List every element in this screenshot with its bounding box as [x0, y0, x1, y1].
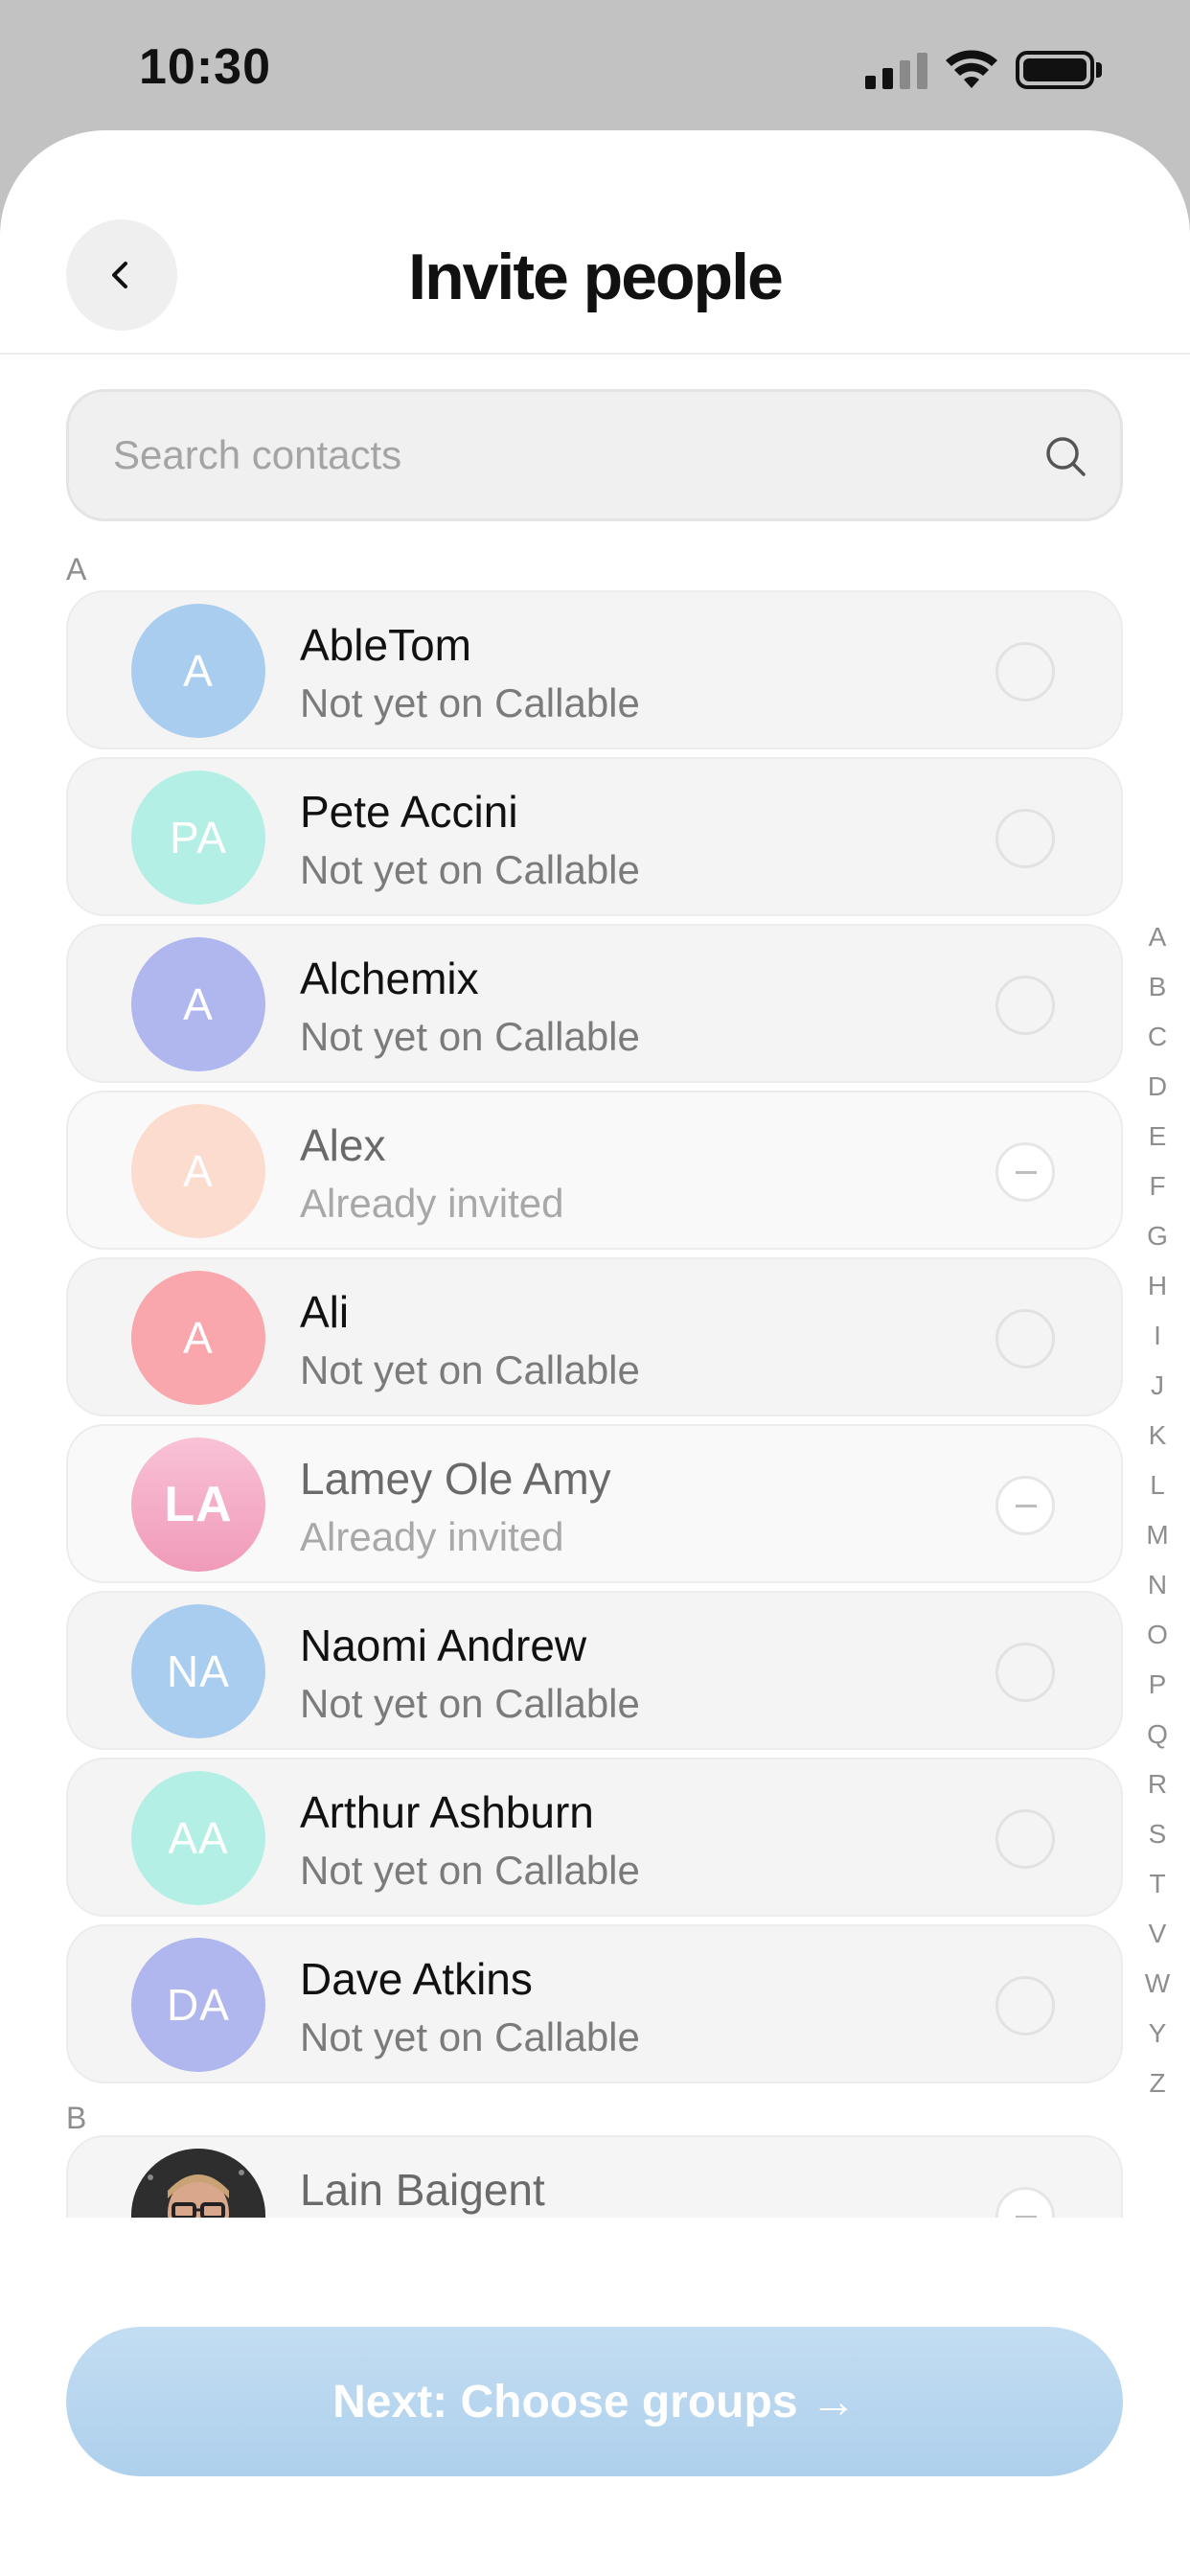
contact-name: Alchemix	[300, 954, 479, 1003]
contact-row[interactable]: AA Arthur Ashburn Not yet on Callable	[66, 1758, 1123, 1917]
alphabet-index-letter[interactable]: Z	[1149, 2058, 1165, 2108]
header: Invite people	[0, 130, 1190, 355]
contact-row[interactable]: Lain Baigent	[66, 2135, 1123, 2218]
alphabet-index-letter[interactable]: V	[1149, 1909, 1167, 1959]
alphabet-index-letter[interactable]: N	[1148, 1560, 1167, 1610]
avatar: A	[131, 1104, 265, 1238]
avatar: A	[131, 604, 265, 738]
contact-name: Lain Baigent	[300, 2165, 545, 2215]
battery-icon	[1016, 51, 1102, 89]
avatar: AA	[131, 1771, 265, 1905]
section-header-a: A	[66, 552, 87, 586]
alphabet-index-letter[interactable]: F	[1149, 1162, 1165, 1211]
contact-status: Not yet on Callable	[300, 1347, 640, 1392]
contact-status: Not yet on Callable	[300, 680, 640, 725]
contact-name: Pete Accini	[300, 787, 518, 837]
alphabet-index-letter[interactable]: A	[1149, 912, 1167, 962]
alphabet-index-letter[interactable]: Q	[1147, 1710, 1168, 1760]
alphabet-index-letter[interactable]: W	[1145, 1959, 1170, 2009]
avatar: LA	[131, 1438, 265, 1572]
status-time: 10:30	[139, 39, 271, 95]
alphabet-index[interactable]: ABCDEFGHIJKLMNOPQRSTVWYZ	[1140, 912, 1175, 2108]
contact-name: Dave Atkins	[300, 1954, 533, 2004]
select-checkbox[interactable]	[995, 1809, 1055, 1869]
alphabet-index-letter[interactable]: I	[1154, 1311, 1161, 1361]
avatar: NA	[131, 1604, 265, 1738]
alphabet-index-letter[interactable]: E	[1149, 1112, 1167, 1162]
select-checkbox[interactable]	[995, 809, 1055, 868]
status-icons	[865, 48, 1102, 92]
contact-name: Naomi Andrew	[300, 1621, 587, 1670]
section-header-b: B	[66, 2101, 87, 2135]
contact-status: Not yet on Callable	[300, 2014, 640, 2059]
contact-name: Alex	[300, 1120, 386, 1170]
avatar: DA	[131, 1938, 265, 2072]
alphabet-index-letter[interactable]: P	[1149, 1660, 1167, 1710]
invited-indicator	[995, 1476, 1055, 1535]
alphabet-index-letter[interactable]: R	[1148, 1760, 1167, 1809]
alphabet-index-letter[interactable]: S	[1149, 1809, 1167, 1859]
contact-row[interactable]: A Alex Already invited	[66, 1091, 1123, 1250]
contact-status: Already invited	[300, 1181, 564, 1226]
contact-row[interactable]: NA Naomi Andrew Not yet on Callable	[66, 1591, 1123, 1750]
search-input[interactable]	[113, 392, 975, 518]
contact-status: Not yet on Callable	[300, 1681, 640, 1726]
contact-name: Arthur Ashburn	[300, 1787, 594, 1837]
contact-name: Ali	[300, 1287, 350, 1337]
alphabet-index-letter[interactable]: C	[1148, 1012, 1167, 1062]
alphabet-index-letter[interactable]: Y	[1149, 2009, 1167, 2058]
search-bar[interactable]	[66, 389, 1123, 521]
avatar: A	[131, 937, 265, 1071]
alphabet-index-letter[interactable]: T	[1149, 1859, 1165, 1909]
contact-row[interactable]: A Alchemix Not yet on Callable	[66, 924, 1123, 1083]
alphabet-index-letter[interactable]: O	[1147, 1610, 1168, 1660]
status-bar: 10:30	[0, 0, 1190, 130]
contact-row[interactable]: LA Lamey Ole Amy Already invited	[66, 1424, 1123, 1583]
contact-name: AbleTom	[300, 620, 471, 670]
contact-row[interactable]: DA Dave Atkins Not yet on Callable	[66, 1924, 1123, 2083]
invite-sheet: Invite people A A AbleTom Not yet on Cal…	[0, 130, 1190, 2576]
contact-row[interactable]: PA Pete Accini Not yet on Callable	[66, 757, 1123, 916]
contact-status: Already invited	[300, 1514, 564, 1559]
cellular-signal-icon	[865, 51, 927, 89]
alphabet-index-letter[interactable]: M	[1146, 1510, 1168, 1560]
select-checkbox[interactable]	[995, 976, 1055, 1035]
invited-indicator	[995, 1142, 1055, 1202]
contact-name: Lamey Ole Amy	[300, 1454, 611, 1504]
alphabet-index-letter[interactable]: J	[1151, 1361, 1164, 1411]
alphabet-index-letter[interactable]: H	[1148, 1261, 1167, 1311]
contact-status: Not yet on Callable	[300, 847, 640, 892]
alphabet-index-letter[interactable]: K	[1149, 1411, 1167, 1460]
select-checkbox[interactable]	[995, 1643, 1055, 1702]
select-checkbox[interactable]	[995, 1976, 1055, 2036]
select-checkbox[interactable]	[995, 642, 1055, 702]
contact-row[interactable]: A Ali Not yet on Callable	[66, 1257, 1123, 1416]
alphabet-index-letter[interactable]: B	[1149, 962, 1167, 1012]
contact-status: Not yet on Callable	[300, 1848, 640, 1893]
search-icon[interactable]	[1043, 434, 1087, 478]
avatar: A	[131, 1271, 265, 1405]
page-title: Invite people	[408, 241, 784, 313]
next-choose-groups-button[interactable]: Next: Choose groups →	[66, 2327, 1123, 2476]
alphabet-index-letter[interactable]: D	[1148, 1062, 1167, 1112]
contact-list: Invite people A A AbleTom Not yet on Cal…	[0, 130, 1190, 2218]
avatar-photo	[131, 2149, 265, 2218]
wifi-icon	[946, 50, 997, 88]
alphabet-index-letter[interactable]: L	[1150, 1460, 1165, 1510]
select-checkbox[interactable]	[995, 1309, 1055, 1368]
contact-row[interactable]: A AbleTom Not yet on Callable	[66, 590, 1123, 749]
alphabet-index-letter[interactable]: G	[1147, 1211, 1168, 1261]
contact-status: Not yet on Callable	[300, 1014, 640, 1059]
avatar: PA	[131, 770, 265, 905]
invited-indicator	[995, 2187, 1055, 2218]
